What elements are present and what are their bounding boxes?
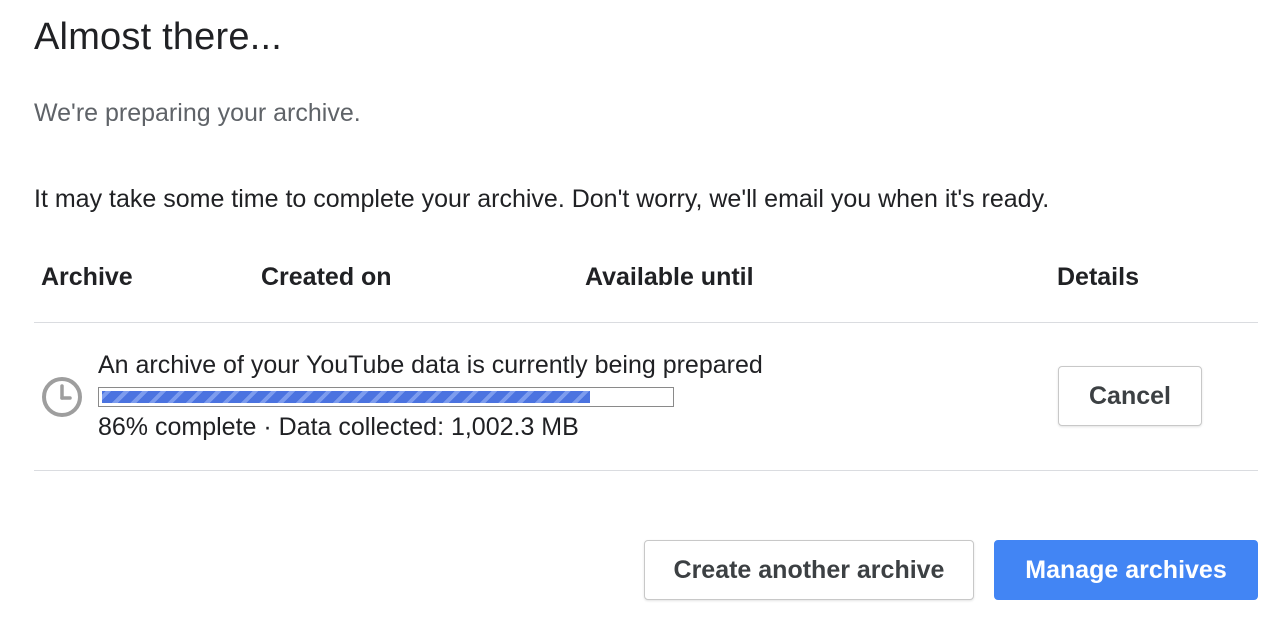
column-header-available-until: Available until [585,263,754,291]
create-another-archive-button[interactable]: Create another archive [644,540,974,600]
column-header-archive: Archive [41,263,133,291]
table-divider-bottom [34,470,1258,471]
column-header-created-on: Created on [261,263,392,291]
progress-bar-fill [102,391,590,403]
progress-text: 86% complete · Data collected: 1,002.3 M… [98,413,579,441]
archive-status-message: An archive of your YouTube data is curre… [98,351,763,379]
progress-bar [98,387,674,407]
manage-archives-button[interactable]: Manage archives [994,540,1258,600]
cancel-button[interactable]: Cancel [1058,366,1202,426]
clock-icon [42,377,82,417]
page-title: Almost there... [34,16,282,58]
subtitle: We're preparing your archive. [34,99,361,127]
table-divider-top [34,322,1258,323]
column-header-details: Details [1057,263,1139,291]
description-text: It may take some time to complete your a… [34,185,1050,213]
